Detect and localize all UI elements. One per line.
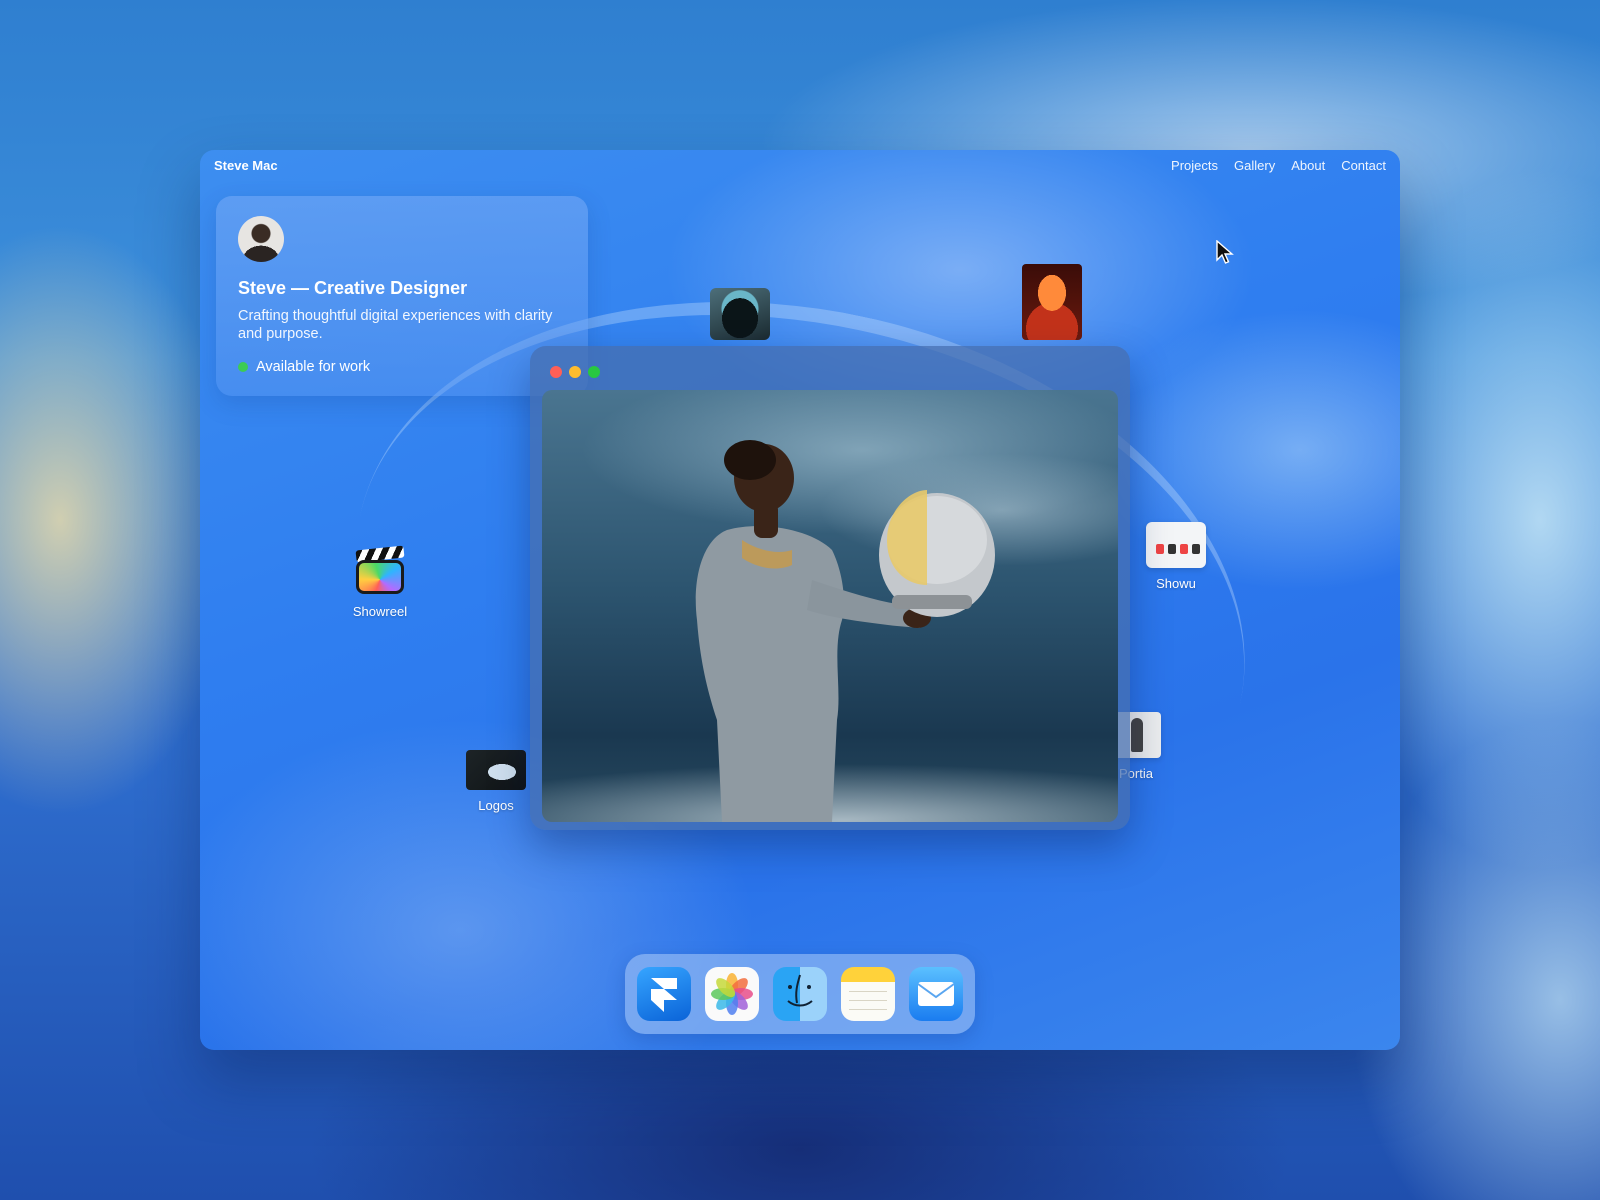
showreel-label: Showreel <box>352 604 408 619</box>
nav-contact[interactable]: Contact <box>1341 158 1386 173</box>
close-button[interactable] <box>550 366 562 378</box>
media-viewer-window[interactable] <box>530 346 1130 830</box>
logos-label: Logos <box>478 798 514 813</box>
site-brand[interactable]: Steve Mac <box>214 158 278 173</box>
fire-figure-thumbnail-icon <box>1022 264 1082 340</box>
dock <box>625 954 975 1034</box>
status-label: Available for work <box>256 359 371 375</box>
notes-icon[interactable] <box>841 967 895 1021</box>
profile-name: Steve — Creative Designer <box>238 278 468 298</box>
minimize-button[interactable] <box>569 366 581 378</box>
showu-thumbnail-icon <box>1146 522 1206 568</box>
window-controls <box>550 366 1120 378</box>
finder-icon[interactable] <box>773 967 827 1021</box>
desktop-icon-fire[interactable] <box>1022 264 1082 340</box>
astronaut-figure <box>695 440 995 822</box>
menu-bar: Steve Mac Projects Gallery About Contact <box>200 150 1400 180</box>
desktop-icon-showu[interactable]: Showu <box>1136 522 1216 591</box>
logos-thumbnail-icon <box>466 750 526 790</box>
desktop-icon-logos[interactable]: Logos <box>456 750 536 813</box>
astronaut-photo <box>542 390 1118 822</box>
desktop-window: Steve Mac Projects Gallery About Contact… <box>200 150 1400 1050</box>
desktop-icon-mask[interactable] <box>710 288 770 340</box>
nav-about[interactable]: About <box>1291 158 1325 173</box>
clapperboard-icon <box>354 545 406 596</box>
zoom-button[interactable] <box>588 366 600 378</box>
availability-status: Available for work <box>238 359 566 375</box>
nav-projects[interactable]: Projects <box>1171 158 1218 173</box>
mouse-cursor-icon <box>1216 240 1234 264</box>
photos-icon[interactable] <box>705 967 759 1021</box>
status-dot-icon <box>238 362 248 372</box>
showu-label: Showu <box>1156 576 1196 591</box>
nav-gallery[interactable]: Gallery <box>1234 158 1275 173</box>
framer-icon[interactable] <box>637 967 691 1021</box>
top-nav: Projects Gallery About Contact <box>1171 158 1386 173</box>
mail-icon[interactable] <box>909 967 963 1021</box>
profile-tagline: Crafting thoughtful digital experiences … <box>238 308 553 342</box>
avatar <box>238 216 284 262</box>
desktop-icon-showreel[interactable]: Showreel <box>340 545 420 619</box>
mask-thumbnail-icon <box>710 288 770 340</box>
